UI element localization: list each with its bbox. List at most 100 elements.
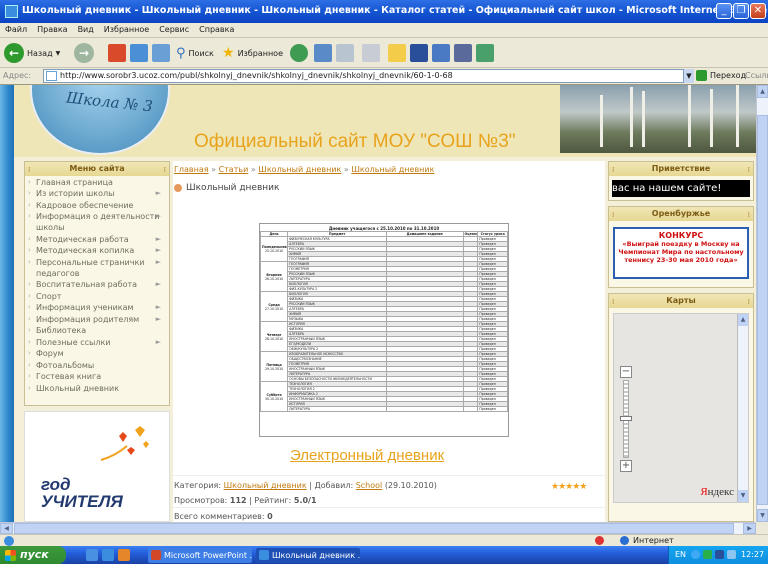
ie-quicklaunch-icon[interactable] xyxy=(102,549,114,561)
volume-icon[interactable] xyxy=(727,550,736,559)
search-button[interactable]: ⚲ Поиск xyxy=(176,42,214,64)
rating-stars[interactable]: ★★★★★ xyxy=(551,482,587,492)
site-menu-item[interactable]: › Главная страница xyxy=(25,177,169,188)
menu-tools[interactable]: Сервис xyxy=(154,23,194,36)
go-button[interactable]: Переход xyxy=(696,70,746,81)
breadcrumb-articles[interactable]: Статьи xyxy=(219,165,249,174)
scroll-up-arrow-icon[interactable]: ▲ xyxy=(757,85,768,98)
menu-edit[interactable]: Правка xyxy=(32,23,72,36)
folder-button[interactable] xyxy=(388,42,406,64)
address-dropdown[interactable]: ▼ xyxy=(683,69,694,83)
breadcrumb-sep: » xyxy=(211,165,217,174)
show-desktop-icon[interactable] xyxy=(86,549,98,561)
site-menu-item[interactable]: › Информация родителям ► xyxy=(25,314,169,325)
start-button[interactable]: пуск xyxy=(0,546,66,564)
site-menu-item-label: Методическая работа xyxy=(36,234,129,244)
breadcrumb-category[interactable]: Школьный дневник xyxy=(258,165,341,174)
search-icon: ⚲ xyxy=(176,45,186,61)
word-button[interactable] xyxy=(410,42,428,64)
stop-button[interactable] xyxy=(108,42,126,64)
author-link[interactable]: School xyxy=(356,481,383,490)
scroll-right-arrow-icon[interactable]: ▶ xyxy=(743,523,756,534)
article-title[interactable]: Электронный дневник xyxy=(290,447,444,464)
print-button[interactable] xyxy=(336,42,354,64)
site-menu-item[interactable]: › Полезные ссылки ► xyxy=(25,337,169,348)
contest-banner[interactable]: КОНКУРС «Выиграй поездку в Москву на Чем… xyxy=(613,227,749,279)
diary-screenshot[interactable]: Дневник учащегося с 25.10.2010 по 31.10.… xyxy=(259,223,509,437)
menu-help[interactable]: Справка xyxy=(194,23,239,36)
site-menu-item[interactable]: › Методическая копилка ► xyxy=(25,245,169,256)
site-menu-item[interactable]: › Фотоальбомы xyxy=(25,360,169,371)
site-menu-item[interactable]: › Методическая работа ► xyxy=(25,234,169,245)
yandex-map[interactable]: − + Яндекс ▲ ▼ xyxy=(613,313,749,503)
forward-button[interactable]: → xyxy=(74,42,94,64)
diary-row: ЛИТЕРАТУРА Проведен xyxy=(261,406,508,412)
people-button[interactable] xyxy=(476,42,494,64)
site-menu-item-label: Из истории школы xyxy=(36,189,115,198)
horizontal-scrollbar[interactable]: ◀ ▶ xyxy=(0,522,756,534)
links-label[interactable]: Ссылки xyxy=(745,71,768,80)
horizontal-scroll-thumb[interactable] xyxy=(14,523,734,534)
refresh-button[interactable] xyxy=(130,42,148,64)
site-menu-item[interactable]: › Спорт xyxy=(25,291,169,302)
menu-file[interactable]: Файл xyxy=(0,23,32,36)
mail-button[interactable] xyxy=(314,42,332,64)
back-button[interactable]: ← Назад ▼ xyxy=(4,42,60,64)
menu-favorites[interactable]: Избранное xyxy=(99,23,154,36)
research-button[interactable] xyxy=(454,42,472,64)
site-header: Школа № 3 Официальный сайт МОУ "СОШ №3" xyxy=(14,85,756,157)
site-menu-item[interactable]: › Информация о деятельности школы ► xyxy=(25,211,169,233)
language-indicator[interactable]: EN xyxy=(675,546,686,564)
home-button[interactable] xyxy=(152,42,170,64)
zoom-slider[interactable] xyxy=(620,416,632,421)
yandex-logo[interactable]: Яндекс xyxy=(700,486,734,498)
ie-icon xyxy=(5,5,18,18)
zoom-out-button[interactable]: − xyxy=(620,366,632,378)
site-menu-item[interactable]: › Гостевая книга xyxy=(25,371,169,382)
antivirus-icon[interactable] xyxy=(703,550,712,559)
school-logo[interactable]: Школа № 3 xyxy=(30,85,170,155)
page-heading-text: Школьный дневник xyxy=(186,183,280,193)
zoom-in-button[interactable]: + xyxy=(620,460,632,472)
task-ie[interactable]: Школьный дневник ... xyxy=(256,548,360,563)
edit-button[interactable] xyxy=(362,42,380,64)
site-menu-item-label: Информация о деятельности школы xyxy=(36,212,160,232)
orenburg-header: ⁞ Оренбуржье ⁞ xyxy=(609,207,753,221)
vertical-scrollbar[interactable]: ▲ ▼ xyxy=(756,85,768,522)
minimize-button[interactable]: _ xyxy=(716,3,732,19)
history-button[interactable] xyxy=(290,42,308,64)
site-menu-item[interactable]: › Форум xyxy=(25,348,169,359)
scroll-left-arrow-icon[interactable]: ◀ xyxy=(0,523,13,534)
site-menu-item[interactable]: › Школьный дневник xyxy=(25,383,169,394)
favorites-button[interactable]: ★ Избранное xyxy=(222,42,283,64)
views-label: Просмотров: xyxy=(174,496,228,505)
diary-day-cell: Пятница 29.10.2010 xyxy=(259,351,289,382)
vertical-scroll-thumb[interactable] xyxy=(757,115,768,505)
category-link[interactable]: Школьный дневник xyxy=(224,481,307,490)
site-menu-item[interactable]: › Из истории школы ► xyxy=(25,188,169,199)
system-tray: EN 12:27 xyxy=(668,546,768,564)
map-scrollbar[interactable]: ▲ ▼ xyxy=(737,314,748,502)
task-powerpoint[interactable]: Microsoft PowerPoint ... xyxy=(148,548,252,563)
network-icon[interactable] xyxy=(691,550,700,559)
site-menu-item[interactable]: › Воспитательная работа ► xyxy=(25,279,169,290)
media-quicklaunch-icon[interactable] xyxy=(118,549,130,561)
address-input[interactable]: http://www.sorobr3.ucoz.com/publ/shkolny… xyxy=(43,69,693,83)
breadcrumb-subcategory[interactable]: Школьный дневник xyxy=(351,165,434,174)
site-menu-item[interactable]: › Информация ученикам ► xyxy=(25,302,169,313)
messenger-button[interactable] xyxy=(432,42,450,64)
refresh-icon xyxy=(130,44,148,62)
favorites-label: Избранное xyxy=(237,48,283,58)
site-menu-item[interactable]: › Библиотека xyxy=(25,325,169,336)
close-button[interactable]: ✕ xyxy=(750,3,766,19)
breadcrumb-home[interactable]: Главная xyxy=(174,165,209,174)
word-tray-icon[interactable] xyxy=(715,550,724,559)
menu-view[interactable]: Вид xyxy=(73,23,99,36)
mail-icon xyxy=(314,44,332,62)
maximize-button[interactable]: ❐ xyxy=(733,3,749,19)
scroll-down-arrow-icon[interactable]: ▼ xyxy=(757,509,768,522)
year-of-teacher-banner[interactable]: год УЧИТЕЛЯ xyxy=(24,411,170,522)
site-menu-item[interactable]: › Кадровое обеспечение xyxy=(25,200,169,211)
submenu-arrow-icon: ► xyxy=(155,212,161,220)
site-menu-item[interactable]: › Персональные странички педагогов ► xyxy=(25,257,169,279)
